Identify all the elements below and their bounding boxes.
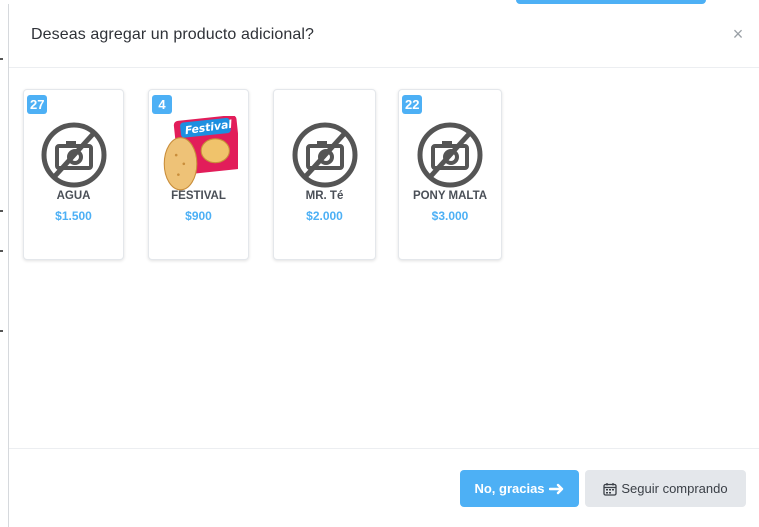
- product-price: $2.000: [306, 209, 343, 223]
- background-tick: [0, 330, 3, 332]
- background-tick: [0, 210, 3, 212]
- product-card-mr-te[interactable]: MR. Té $2.000: [273, 89, 376, 260]
- no-image-icon: [41, 122, 106, 188]
- stock-badge: 22: [402, 95, 423, 114]
- product-name: PONY MALTA: [412, 190, 488, 202]
- arrow-right-icon: [548, 483, 563, 494]
- keep-shopping-button[interactable]: Seguir comprando: [585, 470, 746, 507]
- no-thanks-label: No, gracias: [474, 481, 545, 496]
- additional-product-modal: Deseas agregar un producto adicional? × …: [8, 4, 759, 527]
- product-card-pony-malta[interactable]: 22 PONY MALTA $3.000: [398, 89, 502, 260]
- product-card-festival[interactable]: 4 Festival FESTIVAL $900: [148, 89, 249, 260]
- modal-footer: No, gracias Seguir comprando: [9, 448, 759, 527]
- page: Deseas agregar un producto adicional? × …: [0, 0, 759, 527]
- stock-badge: 27: [27, 95, 48, 114]
- background-tick: [0, 58, 3, 60]
- product-price: $900: [185, 209, 212, 223]
- product-card-agua[interactable]: 27 AGUA $1.500: [23, 89, 124, 260]
- product-price: $1.500: [55, 209, 92, 223]
- product-price: $3.000: [431, 209, 469, 223]
- calendar-icon: [603, 482, 618, 496]
- no-image-icon: [292, 122, 357, 188]
- no-image-icon: [417, 122, 483, 188]
- modal-body: 27 AGUA $1.500 4 Festival FESTIVAL $900 …: [9, 68, 759, 448]
- festival-cookie-image: Festival: [163, 116, 238, 191]
- stock-badge: 4: [152, 95, 172, 114]
- no-thanks-button[interactable]: No, gracias: [460, 470, 579, 507]
- keep-shopping-label: Seguir comprando: [621, 481, 728, 496]
- close-button[interactable]: ×: [728, 24, 748, 44]
- modal-title: Deseas agregar un producto adicional?: [31, 26, 314, 43]
- product-name: MR. Té: [305, 190, 344, 202]
- product-name: FESTIVAL: [171, 190, 226, 202]
- modal-header: Deseas agregar un producto adicional? ×: [9, 4, 759, 68]
- product-name: AGUA: [56, 190, 91, 202]
- background-tick: [0, 250, 3, 252]
- close-icon: ×: [732, 24, 744, 44]
